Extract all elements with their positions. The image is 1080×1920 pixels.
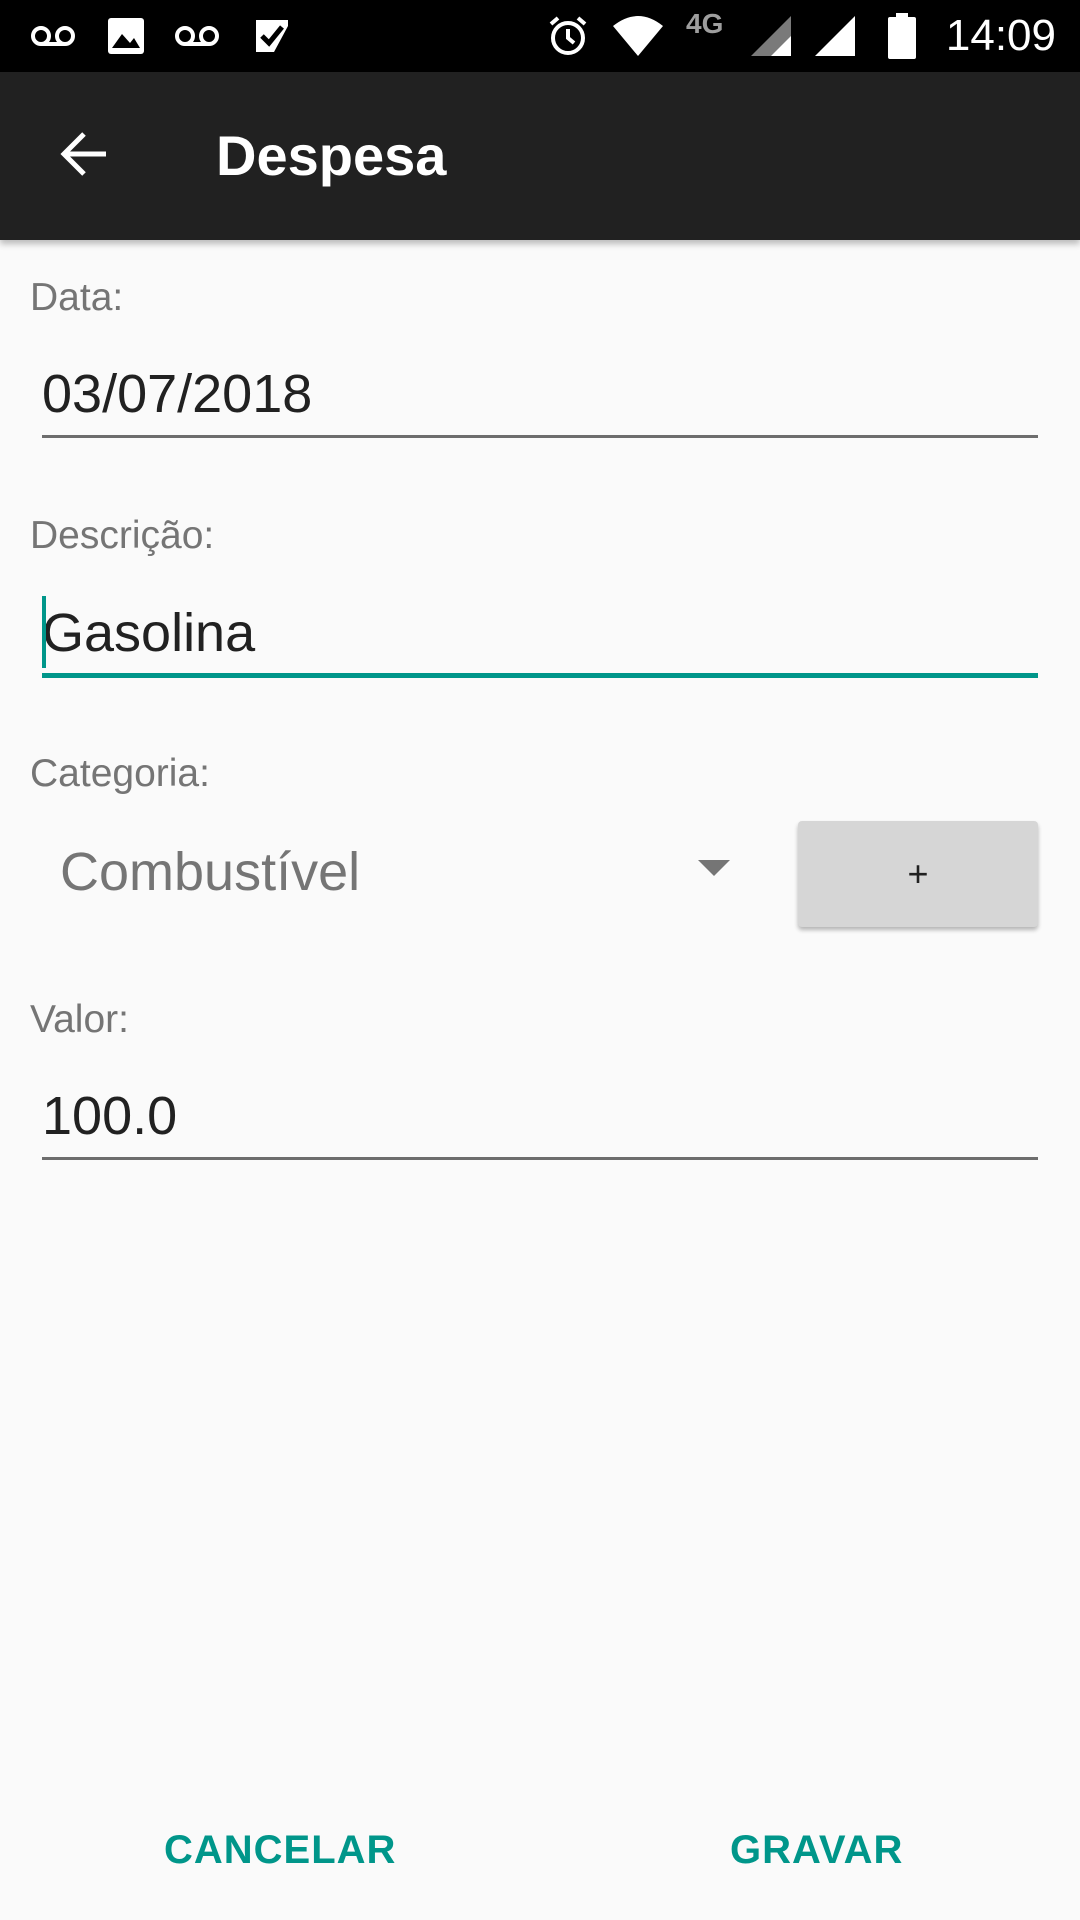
category-spinner[interactable]: Combustível <box>42 828 742 916</box>
arrow-back-icon <box>58 128 110 185</box>
value-label: Valor: <box>30 998 129 1041</box>
category-label: Categoria: <box>30 752 210 795</box>
cancel-button[interactable]: CANCELAR <box>164 1812 396 1888</box>
save-button[interactable]: GRAVAR <box>730 1812 903 1888</box>
value-field[interactable] <box>42 1074 1038 1160</box>
description-label: Descrição: <box>30 514 215 557</box>
date-label: Data: <box>30 276 124 319</box>
description-field[interactable] <box>42 592 1038 678</box>
status-bar: 4G 14:09 <box>0 0 1080 72</box>
text-cursor <box>42 596 46 668</box>
status-time: 14:09 <box>945 11 1056 60</box>
signal-icon <box>748 0 794 72</box>
page-title: Despesa <box>216 124 447 187</box>
back-button[interactable] <box>36 108 132 204</box>
category-selected-value: Combustível <box>60 842 361 902</box>
app-bar: Despesa <box>0 72 1080 240</box>
voicemail-icon <box>28 0 78 72</box>
wifi-icon <box>610 0 666 72</box>
voicemail-icon <box>172 0 222 72</box>
signal-icon <box>812 0 858 72</box>
task-check-icon <box>250 0 294 72</box>
network-type-label: 4G <box>686 8 724 39</box>
battery-icon <box>886 0 918 72</box>
add-category-button[interactable]: + <box>798 821 1038 927</box>
image-icon <box>104 0 148 72</box>
expense-screen: 4G 14:09 Despesa Data: 03/07/2018 Descri… <box>0 0 1080 1920</box>
dropdown-arrow-icon <box>698 860 730 876</box>
alarm-icon <box>546 0 590 72</box>
date-field[interactable] <box>42 352 1038 438</box>
